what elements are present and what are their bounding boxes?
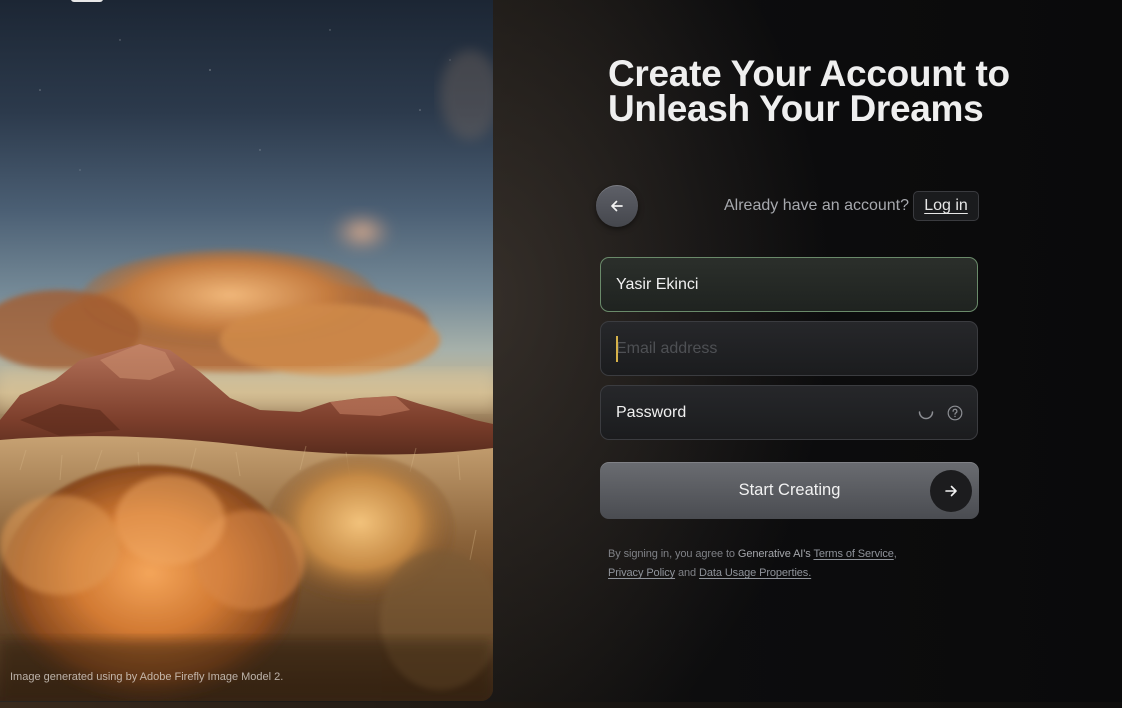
full-name-value: Yasir Ekinci: [616, 275, 699, 293]
start-arrow-circle: [930, 470, 972, 512]
email-placeholder: Email address: [616, 335, 963, 362]
already-have-account-text: Already have an account?: [724, 197, 910, 214]
image-credit: Image generated using by Adobe Firefly I…: [10, 671, 284, 683]
back-button[interactable]: [596, 185, 638, 227]
legal-comma: ,: [893, 548, 897, 560]
page-title-line-2: Unleash Your Dreams: [608, 88, 984, 129]
email-placeholder-text: Email address: [616, 339, 718, 357]
desert-landscape-illustration: [0, 29, 493, 701]
email-field[interactable]: Email address: [600, 321, 978, 376]
arrow-left-icon: [611, 200, 623, 212]
signup-page: Image generated using by Adobe Firefly I…: [0, 0, 1122, 708]
legal-company: Generative AI's: [737, 548, 811, 560]
start-creating-button[interactable]: Start Creating: [600, 462, 979, 519]
start-creating-label: Start Creating: [738, 481, 841, 499]
password-field-icons: [917, 404, 963, 422]
legal-and: and: [675, 567, 700, 579]
password-label: Password: [616, 403, 687, 421]
page-title: Create Your Account to Unleash Your Drea…: [608, 53, 1048, 129]
question-circle-icon[interactable]: [947, 405, 963, 421]
legal-prefix: By signing in, you agree to: [608, 548, 738, 560]
arrow-right-icon: [945, 485, 957, 497]
password-field[interactable]: Password: [600, 385, 978, 440]
privacy-policy-link[interactable]: Privacy Policy: [608, 567, 675, 579]
data-usage-link[interactable]: Data Usage Properties.: [699, 567, 811, 579]
full-name-field[interactable]: Yasir Ekinci: [600, 257, 978, 312]
terms-of-service-link[interactable]: Terms of Service: [813, 548, 893, 560]
window-tab-chip: [71, 0, 103, 2]
hero-image: Image generated using by Adobe Firefly I…: [0, 0, 493, 701]
login-button[interactable]: Log in: [913, 191, 979, 221]
legal-notice: By signing in, you agree to Generative A…: [608, 545, 928, 583]
loading-spinner-icon: [918, 410, 934, 419]
bottom-edge: [0, 702, 1122, 708]
page-title-line-1: Create Your Account to: [608, 53, 1010, 94]
text-caret: [616, 335, 618, 362]
